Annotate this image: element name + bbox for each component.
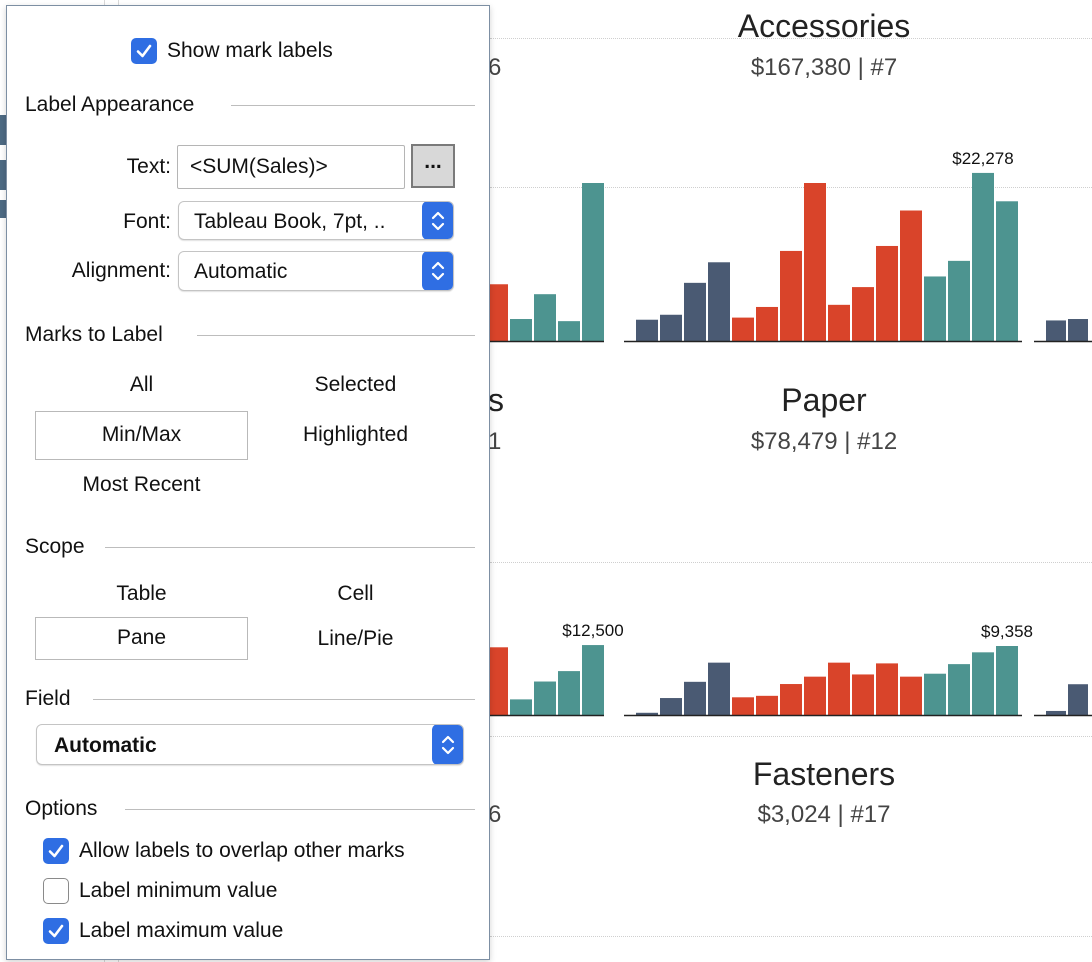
scope-heading: Scope xyxy=(25,535,85,558)
bar[interactable] xyxy=(708,262,730,341)
bar[interactable] xyxy=(780,250,802,341)
max-value-label: $12,500 xyxy=(562,621,623,640)
alignment-select[interactable]: Automatic xyxy=(178,251,454,291)
bar-chart: $22,278 xyxy=(624,149,1022,343)
checkmark-icon xyxy=(136,44,152,58)
bar[interactable] xyxy=(558,671,580,715)
bar[interactable] xyxy=(972,172,994,341)
options-heading: Options xyxy=(25,797,98,820)
bar-chart xyxy=(1034,319,1092,343)
scope-option-cell[interactable]: Cell xyxy=(249,582,462,606)
scope-option-table[interactable]: Table xyxy=(35,582,248,606)
bar[interactable] xyxy=(756,695,778,715)
bar[interactable] xyxy=(534,681,556,715)
bar[interactable] xyxy=(684,282,706,341)
bar[interactable] xyxy=(1068,319,1088,341)
marks-option-all[interactable]: All xyxy=(35,373,248,397)
bar[interactable] xyxy=(876,663,898,715)
bar[interactable] xyxy=(732,697,754,715)
section-divider xyxy=(105,547,475,548)
bar[interactable] xyxy=(900,210,922,341)
bar-chart: $9,358 xyxy=(624,622,1033,717)
field-select[interactable]: Automatic xyxy=(36,724,464,765)
bar[interactable] xyxy=(948,664,970,715)
bar[interactable] xyxy=(852,674,874,715)
bar[interactable] xyxy=(948,260,970,341)
section-divider xyxy=(197,335,475,336)
bar[interactable] xyxy=(660,698,682,715)
bar[interactable] xyxy=(996,646,1018,715)
font-field-label: Font: xyxy=(123,210,171,233)
stepper-arrows-icon xyxy=(422,252,453,290)
marks-option-most-recent[interactable]: Most Recent xyxy=(35,473,248,497)
scope-option-pane[interactable]: Pane xyxy=(35,617,248,660)
label-minimum-checkbox[interactable] xyxy=(43,878,69,904)
checkmark-icon xyxy=(48,844,64,858)
allow-overlap-label: Allow labels to overlap other marks xyxy=(79,839,405,862)
field-heading: Field xyxy=(25,687,71,710)
text-field-label: Text: xyxy=(126,155,171,178)
section-divider xyxy=(125,809,475,810)
marks-to-label-heading: Marks to Label xyxy=(25,323,163,346)
bar[interactable] xyxy=(732,317,754,341)
marks-option-selected[interactable]: Selected xyxy=(249,373,462,397)
edit-label-text-button[interactable]: ... xyxy=(411,144,455,188)
bar[interactable] xyxy=(582,645,604,715)
alignment-select-value: Automatic xyxy=(194,260,288,283)
bar-chart: $12,500 xyxy=(486,621,624,717)
bar[interactable] xyxy=(510,319,532,341)
allow-overlap-checkbox[interactable] xyxy=(43,838,69,864)
marks-option-min-max[interactable]: Min/Max xyxy=(35,411,248,460)
bar[interactable] xyxy=(780,684,802,715)
label-text-input[interactable]: <SUM(Sales)> xyxy=(177,145,405,189)
bar[interactable] xyxy=(996,201,1018,341)
alignment-field-label: Alignment: xyxy=(71,259,171,282)
bar[interactable] xyxy=(900,676,922,715)
bar[interactable] xyxy=(1046,320,1066,341)
bar[interactable] xyxy=(684,681,706,715)
bar[interactable] xyxy=(972,652,994,715)
bar[interactable] xyxy=(558,321,580,341)
bar[interactable] xyxy=(510,699,532,715)
bar[interactable] xyxy=(534,294,556,341)
bar[interactable] xyxy=(708,662,730,715)
marks-option-highlighted[interactable]: Highlighted xyxy=(249,423,462,447)
bar[interactable] xyxy=(582,183,604,341)
section-divider xyxy=(93,699,475,700)
font-select-value: Tableau Book, 7pt, .. xyxy=(194,210,386,233)
font-select[interactable]: Tableau Book, 7pt, .. xyxy=(178,201,454,240)
show-mark-labels-checkbox[interactable] xyxy=(131,38,157,64)
bar[interactable] xyxy=(924,276,946,341)
max-value-label: $22,278 xyxy=(952,149,1013,168)
bar[interactable] xyxy=(636,712,658,715)
field-select-value: Automatic xyxy=(54,734,157,757)
stepper-arrows-icon xyxy=(432,725,463,764)
max-value-label: $9,358 xyxy=(981,622,1033,641)
bar[interactable] xyxy=(924,673,946,715)
bar[interactable] xyxy=(828,304,850,341)
bar[interactable] xyxy=(756,306,778,341)
bar[interactable] xyxy=(804,183,826,341)
bar[interactable] xyxy=(1046,710,1066,715)
checkmark-icon xyxy=(48,924,64,938)
label-minimum-label: Label minimum value xyxy=(79,879,278,902)
bar[interactable] xyxy=(852,287,874,341)
bar-chart xyxy=(1034,684,1092,717)
show-mark-labels-label: Show mark labels xyxy=(167,39,333,62)
label-maximum-checkbox[interactable] xyxy=(43,918,69,944)
bar-chart xyxy=(486,183,604,343)
label-maximum-label: Label maximum value xyxy=(79,919,284,942)
label-appearance-heading: Label Appearance xyxy=(25,93,195,116)
bar[interactable] xyxy=(876,245,898,341)
bar[interactable] xyxy=(660,314,682,341)
mark-labels-dialog: Show mark labels Label Appearance Text: … xyxy=(6,5,490,960)
bar[interactable] xyxy=(828,662,850,715)
bar[interactable] xyxy=(1068,684,1088,715)
scope-option-line-pie[interactable]: Line/Pie xyxy=(249,627,462,651)
bar[interactable] xyxy=(804,676,826,715)
stepper-arrows-icon xyxy=(422,202,453,239)
bar[interactable] xyxy=(636,319,658,341)
section-divider xyxy=(231,105,475,106)
